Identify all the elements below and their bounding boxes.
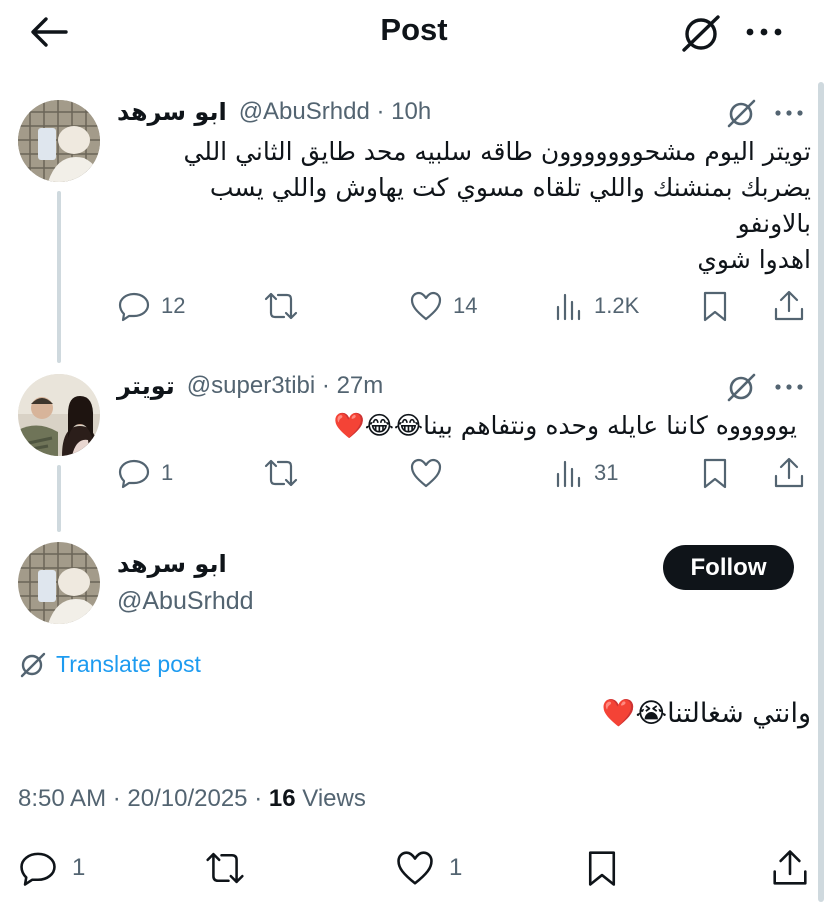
like-icon: [410, 458, 442, 488]
share-button[interactable]: [770, 846, 810, 890]
avatar[interactable]: [18, 542, 100, 624]
share-icon: [774, 290, 804, 321]
more-icon: [746, 28, 782, 36]
handle[interactable]: @super3tibi: [187, 372, 315, 400]
grok-icon: [727, 373, 756, 402]
tweet-text: يوووووه كاننا عايله وحده ونتفاهم بينا😂😂❤…: [333, 411, 797, 440]
display-name[interactable]: تويتر: [117, 372, 175, 400]
bookmark-button[interactable]: [700, 453, 730, 493]
reply-count: 1: [161, 460, 174, 485]
share-icon: [773, 850, 807, 885]
bookmark-icon: [703, 458, 727, 489]
avatar[interactable]: [18, 374, 100, 456]
separator-dot: ·: [369, 98, 392, 125]
follow-button[interactable]: Follow: [663, 545, 794, 590]
avatar-image: [18, 100, 100, 182]
tweet-text: تويتر اليوم مشحووووووون طاقه سلبيه محد ط…: [183, 137, 811, 274]
reply-count: 12: [161, 293, 186, 318]
thread-connector: [57, 191, 61, 363]
bookmark-icon: [588, 851, 616, 886]
share-button[interactable]: [772, 453, 806, 493]
post-date: 20/10/2025: [127, 785, 248, 812]
views-icon: [556, 293, 581, 321]
bookmark-button[interactable]: [584, 846, 620, 890]
repost-button[interactable]: [262, 286, 300, 326]
like-count: 1: [449, 854, 463, 881]
repost-icon: [206, 852, 244, 884]
display-name[interactable]: ابو سرهد: [117, 98, 227, 126]
display-name[interactable]: ابو سرهد: [117, 550, 227, 578]
reply-icon: [118, 459, 150, 489]
grok-button[interactable]: [724, 370, 758, 404]
translate-icon: [20, 652, 46, 678]
tweet-header: ابو سرهد @AbuSrhdd · 10h: [117, 94, 431, 130]
reply-icon: [20, 852, 56, 886]
views-button[interactable]: 31: [554, 453, 618, 493]
avatar-image: [18, 374, 100, 456]
more-icon: [775, 110, 803, 116]
like-button[interactable]: 14: [409, 286, 477, 326]
reply-icon: [118, 292, 150, 322]
more-button[interactable]: [744, 18, 784, 46]
timestamp[interactable]: 27m: [337, 372, 384, 400]
repost-icon: [264, 459, 298, 487]
separator-dot: ·: [315, 372, 337, 399]
views-count: 1.2K: [594, 293, 640, 318]
like-button[interactable]: 1: [395, 846, 462, 890]
like-icon: [397, 851, 433, 885]
like-icon: [410, 291, 442, 321]
bookmark-button[interactable]: [700, 286, 730, 326]
share-button[interactable]: [772, 286, 806, 326]
handle[interactable]: @AbuSrhdd: [239, 98, 370, 126]
more-button[interactable]: [772, 98, 806, 128]
handle[interactable]: @AbuSrhdd: [117, 587, 254, 616]
thread-connector: [57, 465, 61, 532]
like-button[interactable]: [409, 453, 443, 493]
reply-button[interactable]: 1: [18, 846, 85, 890]
grok-icon: [727, 99, 756, 128]
reply-count: 1: [72, 854, 86, 881]
timestamp[interactable]: 10h: [391, 98, 431, 126]
views-label: Views: [302, 785, 366, 812]
post-text: وانتي شغالتنا😭❤️: [601, 698, 811, 729]
avatar[interactable]: [18, 100, 100, 182]
views-icon: [556, 460, 581, 488]
scrollbar[interactable]: [818, 82, 824, 902]
post-timestamp: 8:50 AM · 20/10/2025 · 16 Views: [18, 785, 366, 812]
views-count: 31: [594, 460, 619, 485]
more-icon: [775, 384, 803, 390]
like-count: 14: [453, 293, 478, 318]
translate-post-link[interactable]: Translate post: [18, 650, 201, 678]
share-icon: [774, 457, 804, 488]
avatar-image: [18, 542, 100, 624]
grok-icon: [682, 15, 720, 52]
grok-button[interactable]: [678, 12, 724, 54]
tweet-header: تويتر @super3tibi · 27m: [117, 368, 383, 404]
views-count: 16: [268, 785, 296, 812]
repost-icon: [264, 292, 298, 320]
reply-button[interactable]: 1: [117, 453, 173, 493]
repost-button[interactable]: [203, 846, 247, 890]
reply-button[interactable]: 12: [117, 286, 185, 326]
bookmark-icon: [703, 291, 727, 322]
translate-label: Translate post: [56, 650, 201, 677]
views-button[interactable]: 1.2K: [554, 286, 639, 326]
repost-button[interactable]: [262, 453, 300, 493]
grok-button[interactable]: [724, 96, 758, 130]
post-time[interactable]: 8:50 AM: [18, 785, 106, 812]
more-button[interactable]: [772, 372, 806, 402]
